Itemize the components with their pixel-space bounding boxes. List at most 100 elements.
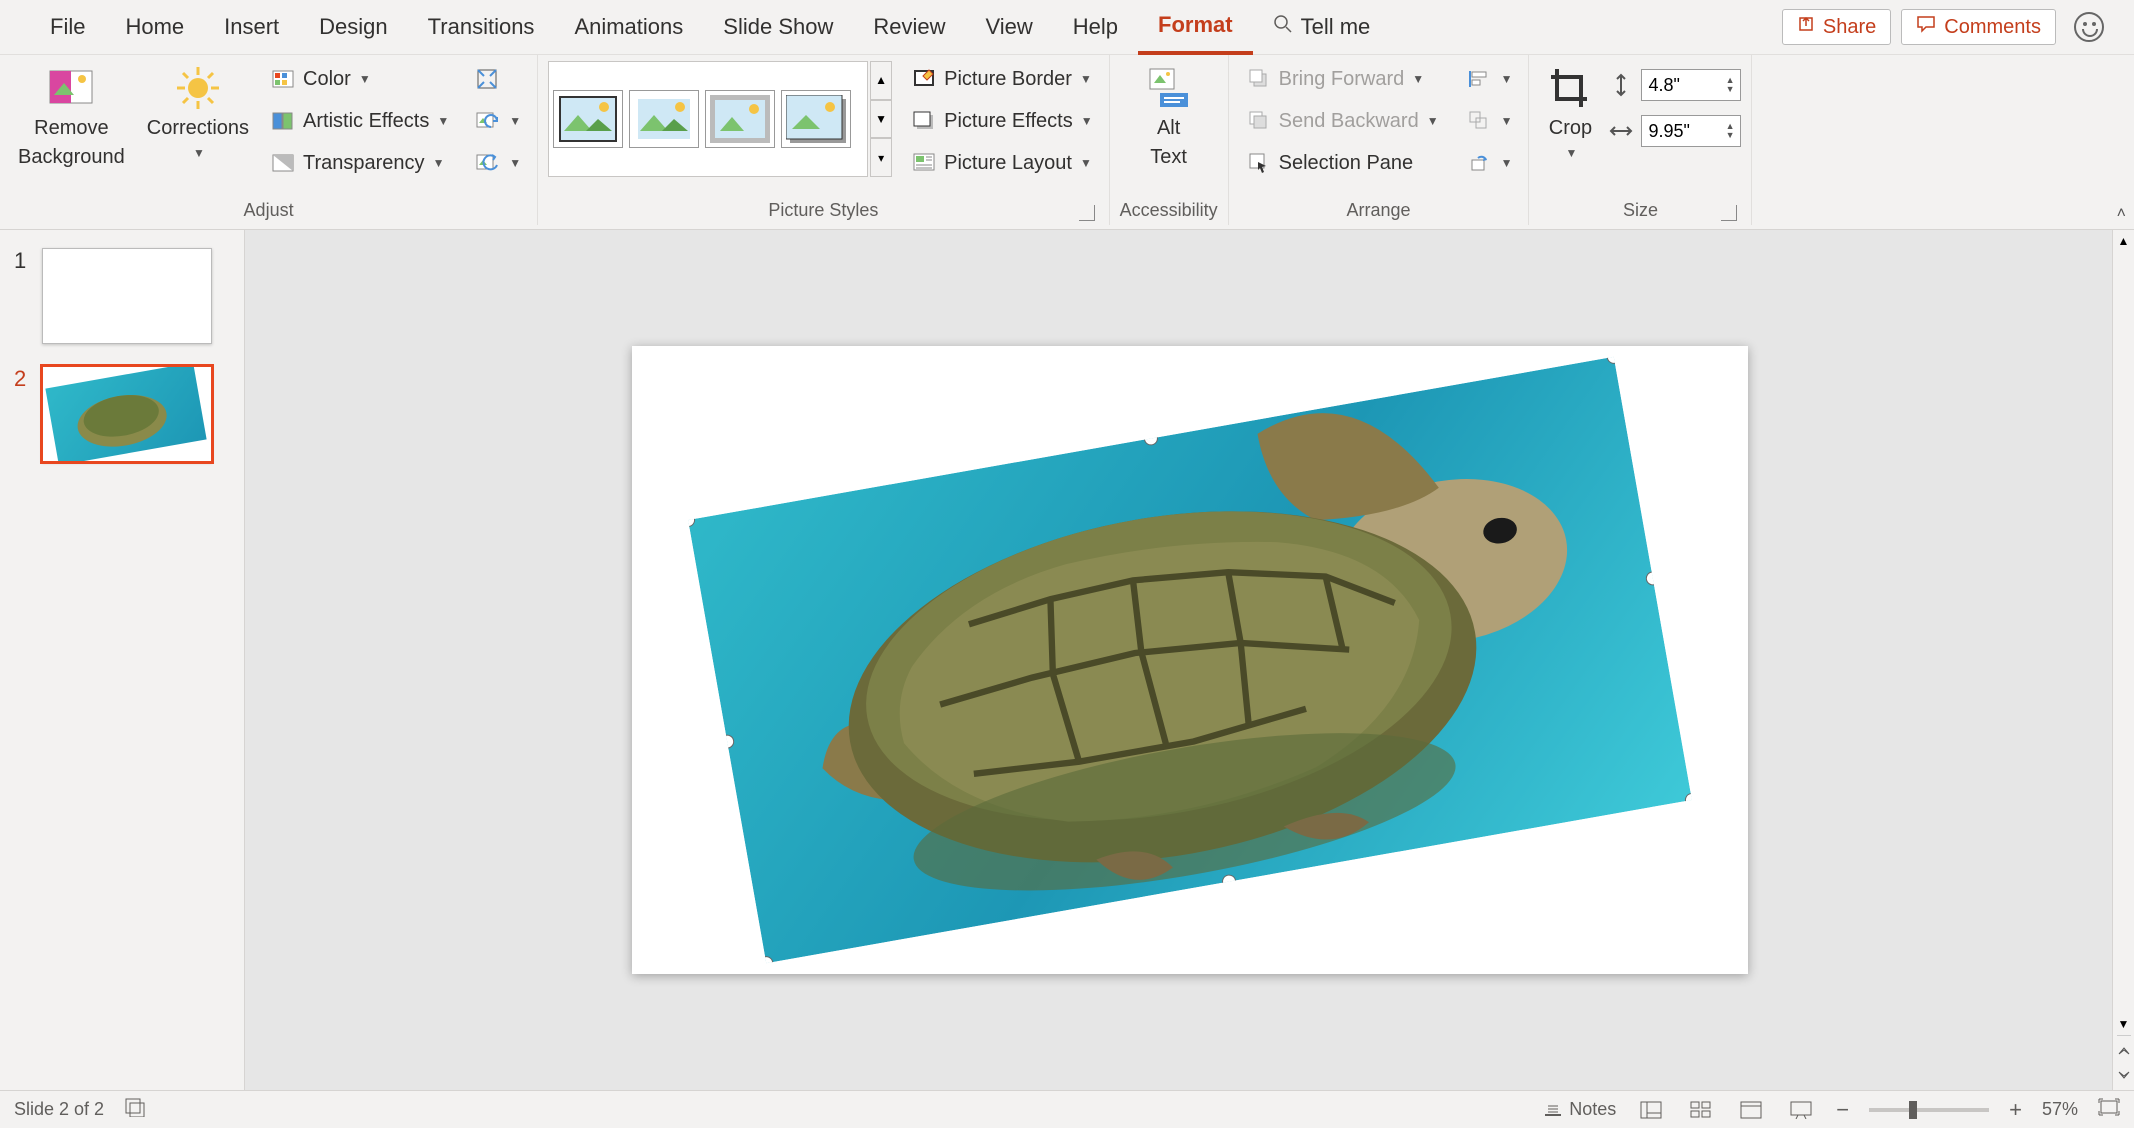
- picture-layout-button[interactable]: Picture Layout▼: [904, 145, 1098, 181]
- selection-pane-button[interactable]: Selection Pane: [1239, 145, 1445, 181]
- group-picture-styles: ▲ ▼ ▾ Picture Border▼ Picture Effects▼ P…: [538, 55, 1109, 225]
- style-preset-3[interactable]: [705, 90, 775, 148]
- tab-home[interactable]: Home: [105, 0, 204, 55]
- remove-background-icon: [48, 65, 94, 111]
- slide[interactable]: [632, 346, 1748, 974]
- remove-background-button[interactable]: Remove Background: [10, 61, 133, 173]
- zoom-slider-thumb[interactable]: [1909, 1101, 1917, 1119]
- zoom-slider[interactable]: [1869, 1108, 1989, 1112]
- tab-help[interactable]: Help: [1053, 0, 1138, 55]
- group-button[interactable]: ▼: [1459, 103, 1519, 139]
- normal-view-button[interactable]: [1636, 1097, 1666, 1123]
- reset-picture-button[interactable]: ▼: [467, 145, 527, 181]
- tab-animations[interactable]: Animations: [554, 0, 703, 55]
- thumb-slide-1[interactable]: [42, 248, 212, 344]
- height-icon: [1607, 71, 1635, 99]
- gallery-more[interactable]: ▾: [870, 138, 892, 177]
- menu-tab-bar: File Home Insert Design Transitions Anim…: [0, 0, 2134, 55]
- workspace: 1 2: [0, 230, 2134, 1090]
- slideshow-view-button[interactable]: [1786, 1097, 1816, 1123]
- selection-pane-icon: [1245, 149, 1273, 177]
- zoom-in-button[interactable]: +: [2009, 1097, 2022, 1123]
- width-input[interactable]: 9.95"▲▼: [1641, 115, 1741, 147]
- tab-review[interactable]: Review: [853, 0, 965, 55]
- style-preset-2[interactable]: [629, 90, 699, 148]
- picture-border-button[interactable]: Picture Border▼: [904, 61, 1098, 97]
- prev-slide-button[interactable]: [2117, 1040, 2131, 1062]
- fit-to-window-button[interactable]: [2098, 1098, 2120, 1121]
- tab-format[interactable]: Format: [1138, 0, 1253, 55]
- vertical-scrollbar[interactable]: ▲ ▼: [2112, 230, 2134, 1090]
- styles-dialog-launcher[interactable]: [1079, 205, 1095, 221]
- style-preset-4[interactable]: [781, 90, 851, 148]
- change-picture-button[interactable]: ▼: [467, 103, 527, 139]
- corrections-button[interactable]: Corrections ▼: [139, 61, 257, 164]
- rotate-button[interactable]: ▼: [1459, 145, 1519, 181]
- crop-icon: [1547, 65, 1593, 111]
- rotate-handle[interactable]: [1126, 377, 1159, 414]
- color-button[interactable]: Color▼: [263, 61, 455, 97]
- next-slide-button[interactable]: [2117, 1064, 2131, 1086]
- alt-text-button[interactable]: Alt Text: [1138, 61, 1200, 173]
- tab-view[interactable]: View: [966, 0, 1053, 55]
- thumbnail-2[interactable]: 2: [14, 366, 230, 462]
- picture-style-gallery[interactable]: [548, 61, 868, 177]
- slide-sorter-view-button[interactable]: [1686, 1097, 1716, 1123]
- zoom-level[interactable]: 57%: [2042, 1099, 2078, 1120]
- picture-border-icon: [910, 65, 938, 93]
- height-input[interactable]: 4.8"▲▼: [1641, 69, 1741, 101]
- height-spin-down[interactable]: ▼: [1726, 85, 1735, 94]
- color-icon: [269, 65, 297, 93]
- slide-counter[interactable]: Slide 2 of 2: [14, 1099, 104, 1120]
- picture-effects-button[interactable]: Picture Effects▼: [904, 103, 1098, 139]
- share-button[interactable]: Share: [1782, 9, 1891, 45]
- picture-layout-icon: [910, 149, 938, 177]
- bring-forward-icon: [1245, 65, 1273, 93]
- slide-thumbnail-pane[interactable]: 1 2: [0, 230, 245, 1090]
- share-icon: [1797, 15, 1815, 39]
- reset-picture-icon: [473, 149, 501, 177]
- slide-canvas-area[interactable]: [245, 230, 2134, 1090]
- compress-pictures-button[interactable]: [467, 61, 527, 97]
- send-backward-button[interactable]: Send Backward▼: [1239, 103, 1445, 139]
- style-preset-1[interactable]: [553, 90, 623, 148]
- size-dialog-launcher[interactable]: [1721, 205, 1737, 221]
- tab-insert[interactable]: Insert: [204, 0, 299, 55]
- artistic-effects-button[interactable]: Artistic Effects▼: [263, 103, 455, 139]
- tab-transitions[interactable]: Transitions: [408, 0, 555, 55]
- crop-button[interactable]: Crop ▼: [1539, 61, 1601, 164]
- accessibility-status-icon[interactable]: [124, 1097, 146, 1122]
- chevron-down-icon: ▼: [193, 146, 205, 160]
- gallery-down[interactable]: ▼: [870, 100, 892, 139]
- tell-me-search[interactable]: Tell me: [1253, 0, 1391, 55]
- comments-button[interactable]: Comments: [1901, 9, 2056, 45]
- thumbnail-1[interactable]: 1: [14, 248, 230, 344]
- bring-forward-button[interactable]: Bring Forward▼: [1239, 61, 1445, 97]
- tab-file[interactable]: File: [30, 0, 105, 55]
- feedback-smile-button[interactable]: [2074, 12, 2104, 42]
- status-bar: Slide 2 of 2 Notes − + 57%: [0, 1090, 2134, 1128]
- collapse-ribbon-button[interactable]: ˄: [2117, 205, 2126, 223]
- group-accessibility: Alt Text Accessibility: [1110, 55, 1229, 225]
- reading-view-button[interactable]: [1736, 1097, 1766, 1123]
- alt-text-icon: [1146, 65, 1192, 111]
- transparency-button[interactable]: Transparency▼: [263, 145, 455, 181]
- resize-handle-s[interactable]: [1220, 873, 1236, 889]
- search-icon: [1273, 14, 1293, 40]
- group-adjust: Remove Background Corrections ▼ Color▼ A…: [0, 55, 538, 225]
- align-button[interactable]: ▼: [1459, 61, 1519, 97]
- corrections-icon: [175, 65, 221, 111]
- group-label-styles: Picture Styles: [548, 195, 1098, 225]
- scroll-down[interactable]: ▼: [2113, 1013, 2134, 1035]
- group-icon: [1465, 107, 1493, 135]
- width-spin-down[interactable]: ▼: [1726, 131, 1735, 140]
- scroll-up[interactable]: ▲: [2113, 230, 2134, 252]
- notes-button[interactable]: Notes: [1543, 1099, 1616, 1120]
- tab-slideshow[interactable]: Slide Show: [703, 0, 853, 55]
- zoom-out-button[interactable]: −: [1836, 1097, 1849, 1123]
- gallery-up[interactable]: ▲: [870, 61, 892, 100]
- thumb-slide-2[interactable]: [42, 366, 212, 462]
- tab-design[interactable]: Design: [299, 0, 407, 55]
- selected-picture[interactable]: [688, 357, 1692, 963]
- picture-effects-icon: [910, 107, 938, 135]
